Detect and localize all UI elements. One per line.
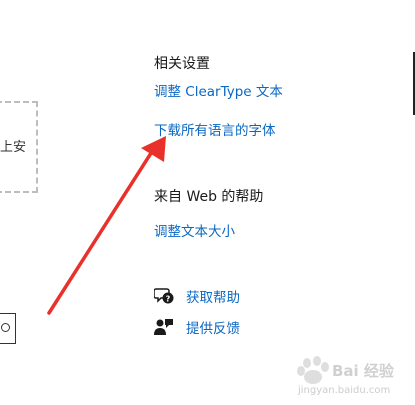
get-help-label: 获取帮助 [186, 290, 240, 306]
feedback-link[interactable]: 提供反馈 [154, 317, 240, 337]
web-help-heading: 来自 Web 的帮助 [154, 189, 264, 205]
drop-zone-text: 上安 [0, 140, 27, 155]
arrow-shaft [47, 148, 155, 315]
search-icon [1, 323, 10, 332]
cleartype-link[interactable]: 调整 ClearType 文本 [154, 80, 283, 100]
watermark-url: jingyan.baidu.com [298, 385, 391, 396]
feedback-label: 提供反馈 [186, 321, 240, 337]
download-fonts-link[interactable]: 下载所有语言的字体 [154, 119, 276, 139]
svg-text:?: ? [166, 295, 171, 304]
arrow-head [141, 136, 166, 162]
chat-help-icon: ? [153, 287, 176, 305]
watermark-brand: Bai 经验 [332, 362, 394, 380]
related-settings-heading: 相关设置 [154, 56, 210, 72]
get-help-link[interactable]: ? 获取帮助 [153, 286, 240, 306]
adjust-text-size-link[interactable]: 调整文本大小 [154, 220, 235, 240]
feedback-person-icon [154, 318, 176, 336]
